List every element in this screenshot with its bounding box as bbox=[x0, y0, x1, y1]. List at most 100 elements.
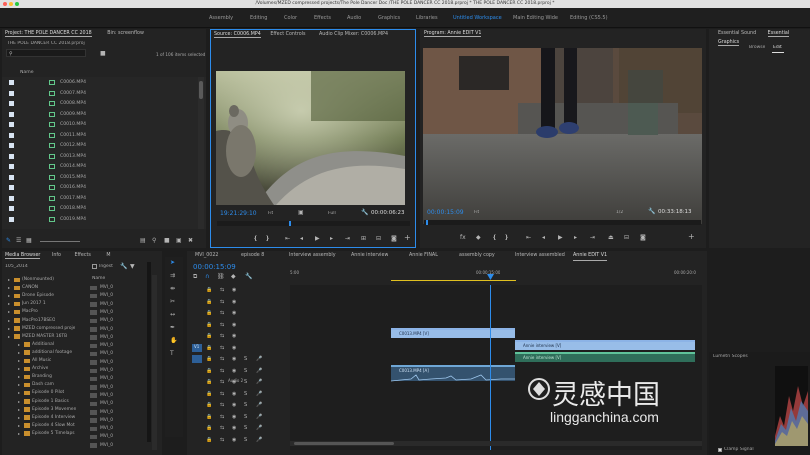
overwrite-icon[interactable]: ⊟ bbox=[376, 236, 381, 242]
sequence-tab[interactable]: Annie EDIT V1 bbox=[573, 251, 608, 261]
file-list-item[interactable]: MVI_0 bbox=[90, 301, 150, 309]
hand-tool-icon[interactable]: ✋ bbox=[170, 338, 177, 344]
disclosure-triangle-icon[interactable]: ▸ bbox=[18, 373, 20, 381]
clear-icon[interactable]: ✖ bbox=[188, 238, 193, 244]
file-list-item[interactable]: MVI_0 bbox=[90, 409, 150, 417]
sync-lock-icon[interactable]: ⇆ bbox=[220, 287, 224, 293]
lock-icon[interactable]: 🔒 bbox=[206, 345, 212, 351]
tab-info[interactable]: Info bbox=[52, 253, 61, 258]
project-item-row[interactable]: C0012.MP4 bbox=[2, 142, 206, 150]
program-fit-select[interactable]: Fit bbox=[474, 210, 479, 215]
item-checkbox[interactable] bbox=[9, 90, 14, 96]
disclosure-triangle-icon[interactable]: ▸ bbox=[18, 398, 20, 406]
folder-tree-item[interactable]: ▸ additional footage bbox=[2, 349, 88, 357]
step-back-icon[interactable]: ◂ bbox=[300, 236, 303, 242]
disclosure-triangle-icon[interactable]: ▸ bbox=[8, 325, 10, 333]
sync-lock-icon[interactable]: ⇆ bbox=[220, 345, 224, 351]
disclosure-triangle-icon[interactable]: ▸ bbox=[18, 349, 20, 357]
sequence-tab[interactable]: assembly copy bbox=[459, 251, 495, 260]
track-target-toggle[interactable] bbox=[192, 355, 202, 363]
file-list-item[interactable]: MVI_0 bbox=[90, 425, 150, 433]
project-item-row[interactable]: C0013.MP4 bbox=[2, 153, 206, 161]
project-item-row[interactable]: C0018.MP4 bbox=[2, 205, 206, 213]
sync-lock-icon[interactable]: ⇆ bbox=[220, 402, 224, 408]
folder-tree-item[interactable]: ▸ Archive bbox=[2, 365, 88, 373]
lock-icon[interactable]: 🔒 bbox=[206, 402, 212, 408]
sync-lock-icon[interactable]: ⇆ bbox=[220, 356, 224, 362]
sync-lock-icon[interactable]: ⇆ bbox=[220, 437, 224, 443]
microphone-icon[interactable]: 🎤 bbox=[256, 402, 262, 408]
folder-tree-item[interactable]: ▸ Episode 4 Slow Mot bbox=[2, 422, 88, 430]
item-checkbox[interactable] bbox=[9, 206, 14, 212]
folder-tree-item[interactable]: ▸ Episode 0 Pilot bbox=[2, 389, 88, 397]
wrench-icon[interactable]: 🔧 bbox=[648, 209, 655, 215]
workspace-tab-editing-cs55[interactable]: Editing (CS5.5) bbox=[570, 15, 608, 21]
disclosure-triangle-icon[interactable]: ▸ bbox=[8, 300, 10, 308]
microphone-icon[interactable]: 🎤 bbox=[256, 437, 262, 443]
go-to-in-icon[interactable]: ⇤ bbox=[526, 235, 531, 241]
workspace-tab-color[interactable]: Color bbox=[284, 15, 297, 21]
folder-tree-item[interactable]: ▸ Episode 3 Movemen bbox=[2, 406, 88, 414]
sync-lock-icon[interactable]: ⇆ bbox=[220, 310, 224, 316]
folder-tree-item[interactable]: ▸ Episode 4 Interview bbox=[2, 414, 88, 422]
eye-icon[interactable]: ◉ bbox=[232, 391, 236, 397]
tab-media-browser[interactable]: Media Browser bbox=[5, 253, 41, 259]
automate-to-sequence-icon[interactable]: ▤ bbox=[140, 238, 146, 244]
snap-icon[interactable]: ∩ bbox=[205, 274, 209, 280]
track-header-row[interactable]: 🔒 ⇆ ◉ bbox=[190, 297, 290, 307]
folder-tree-item[interactable]: ▸ Additional bbox=[2, 341, 88, 349]
file-list-item[interactable]: MVI_0 bbox=[90, 375, 150, 383]
program-video-frame[interactable] bbox=[423, 48, 702, 224]
file-list-item[interactable]: MVI_0 bbox=[90, 342, 150, 350]
project-list-scrollbar[interactable] bbox=[198, 77, 204, 229]
disclosure-triangle-icon[interactable]: ▸ bbox=[18, 341, 20, 349]
eye-icon[interactable]: ◉ bbox=[232, 425, 236, 431]
lock-icon[interactable]: 🔒 bbox=[206, 299, 212, 305]
sync-lock-icon[interactable]: ⇆ bbox=[220, 322, 224, 328]
eye-icon[interactable]: ◉ bbox=[232, 356, 236, 362]
extract-icon[interactable]: ⊟ bbox=[624, 235, 629, 241]
folder-tree-item[interactable]: ▸ MacPro bbox=[2, 308, 88, 316]
solo-icon[interactable]: S bbox=[244, 425, 247, 431]
eye-icon[interactable]: ◉ bbox=[232, 322, 236, 328]
folder-tree-item[interactable]: ▸ Branding bbox=[2, 373, 88, 381]
video-clip-annie-interview-1[interactable]: Annie interview [V] bbox=[515, 340, 695, 350]
wrench-icon[interactable]: 🔧 bbox=[245, 274, 252, 280]
microphone-icon[interactable]: 🎤 bbox=[256, 379, 262, 385]
file-list-item[interactable]: MVI_0 bbox=[90, 384, 150, 392]
sequence-tab[interactable]: MVI_0022 bbox=[195, 251, 218, 260]
workspace-tab-graphics[interactable]: Graphics bbox=[378, 15, 400, 21]
disclosure-triangle-icon[interactable]: ▸ bbox=[18, 389, 20, 397]
workspace-tab-libraries[interactable]: Libraries bbox=[416, 15, 438, 21]
folder-tree-item[interactable]: ▸ (Nonmounted) bbox=[2, 276, 88, 284]
tab-source[interactable]: Source: C0006.MP4 bbox=[214, 32, 261, 38]
item-checkbox[interactable] bbox=[9, 195, 14, 201]
file-list-item[interactable]: MVI_0 bbox=[90, 417, 150, 425]
file-list-item[interactable]: MVI_0 bbox=[90, 284, 150, 292]
disclosure-triangle-icon[interactable]: ▸ bbox=[8, 276, 10, 284]
folder-tree-item[interactable]: ▸ Jun 2017 1 bbox=[2, 300, 88, 308]
nest-icon[interactable]: ⧉ bbox=[193, 274, 197, 280]
audio-clip-annie-interview[interactable]: Annie interview [V] bbox=[515, 352, 695, 362]
project-item-row[interactable]: C0015.MP4 bbox=[2, 174, 206, 182]
source-scrub-bar[interactable] bbox=[217, 221, 410, 226]
workspace-tab-editing[interactable]: Editing bbox=[250, 15, 267, 21]
close-window-button[interactable] bbox=[3, 2, 7, 6]
lock-icon[interactable]: 🔒 bbox=[206, 356, 212, 362]
wrench-icon[interactable]: 🔧 bbox=[120, 264, 127, 270]
playhead-line[interactable] bbox=[490, 285, 491, 450]
folder-tree-item[interactable]: ▸ MacPro17BSEO bbox=[2, 317, 88, 325]
disclosure-triangle-icon[interactable]: ▸ bbox=[18, 365, 20, 373]
mark-in-icon[interactable]: ❴ bbox=[253, 236, 258, 242]
new-item-icon[interactable]: ▣ bbox=[176, 238, 182, 244]
maximize-window-button[interactable] bbox=[15, 2, 19, 6]
source-timecode[interactable]: 19:21:29:10 bbox=[220, 210, 257, 217]
program-resolution-select[interactable]: 1/2 bbox=[616, 210, 623, 215]
lock-icon[interactable]: 🔒 bbox=[206, 287, 212, 293]
play-icon[interactable]: ▶ bbox=[558, 235, 563, 241]
add-marker-icon[interactable]: ◆ bbox=[231, 274, 236, 280]
tab-effects[interactable]: Effects bbox=[75, 253, 91, 258]
solo-icon[interactable]: S bbox=[244, 391, 247, 397]
file-list-item[interactable]: MVI_0 bbox=[90, 292, 150, 300]
clamp-signal-checkbox[interactable] bbox=[718, 448, 722, 452]
